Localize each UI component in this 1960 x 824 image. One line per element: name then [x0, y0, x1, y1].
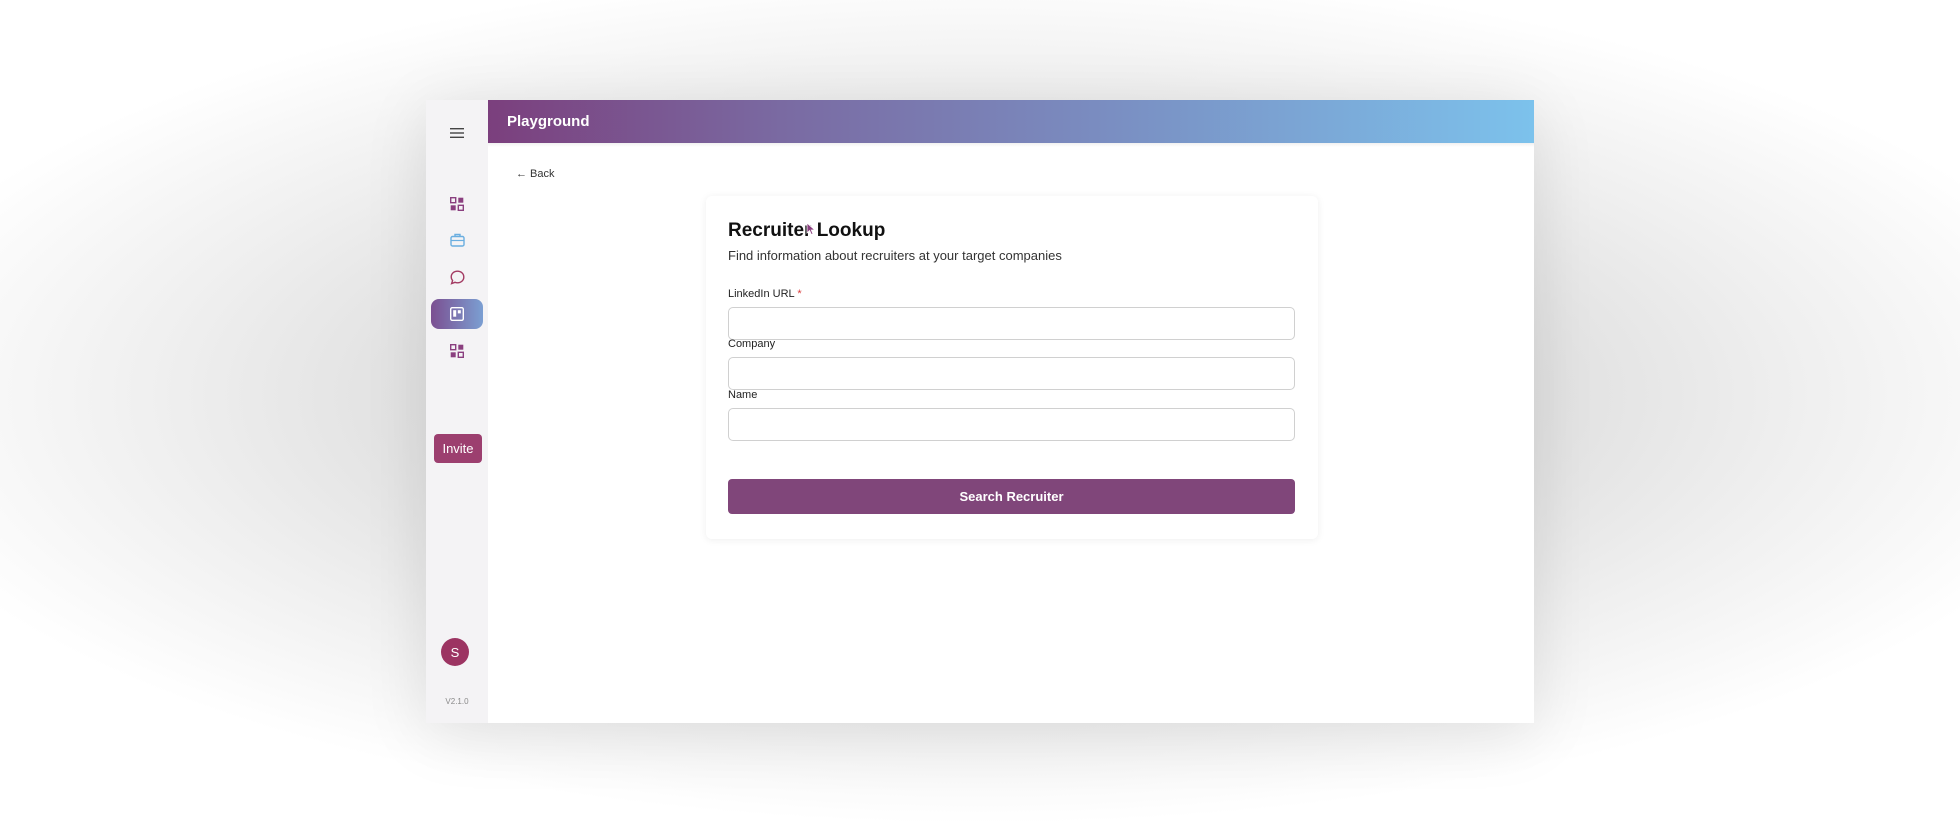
mouse-cursor-icon	[806, 222, 816, 236]
avatar[interactable]: S	[441, 638, 469, 666]
kanban-board-icon	[450, 307, 464, 321]
name-input[interactable]	[728, 408, 1295, 441]
hamburger-menu-icon[interactable]	[431, 118, 483, 148]
back-label: Back	[530, 168, 555, 180]
name-label: Name	[728, 389, 758, 401]
page-title: Playground	[507, 113, 590, 130]
chat-bubble-icon	[449, 269, 465, 285]
dashboard-grid-icon	[450, 197, 464, 211]
briefcase-icon	[449, 233, 465, 247]
sidebar-item-chat[interactable]	[431, 262, 483, 292]
linkedin-url-label-text: LinkedIn URL	[728, 288, 795, 300]
linkedin-url-label: LinkedIn URL *	[728, 288, 802, 300]
header-shadow	[488, 143, 1534, 147]
sidebar-item-dashboard[interactable]	[431, 189, 483, 219]
back-arrow-icon: ←	[516, 168, 527, 180]
search-recruiter-button[interactable]: Search Recruiter	[728, 479, 1295, 514]
company-label: Company	[728, 338, 776, 350]
sidebar-item-playground[interactable]	[431, 299, 483, 329]
company-input[interactable]	[728, 357, 1295, 390]
back-link[interactable]: ← Back	[516, 168, 554, 180]
app-window: Invite S V2.1.0 Playground ← Back Recrui…	[426, 100, 1534, 723]
dashboard-grid-icon	[450, 344, 464, 358]
sidebar-item-jobs[interactable]	[431, 225, 483, 255]
top-header: Playground	[488, 100, 1534, 143]
version-label: V2.1.0	[445, 697, 469, 706]
required-marker: *	[797, 288, 802, 300]
sidebar-item-apps[interactable]	[431, 336, 483, 366]
linkedin-url-input[interactable]	[728, 307, 1295, 340]
recruiter-lookup-card: Recruiter Lookup Find information about …	[706, 196, 1318, 539]
form-subtitle: Find information about recruiters at you…	[728, 248, 1062, 263]
invite-button[interactable]: Invite	[434, 434, 482, 463]
sidebar: Invite S V2.1.0	[426, 100, 488, 723]
